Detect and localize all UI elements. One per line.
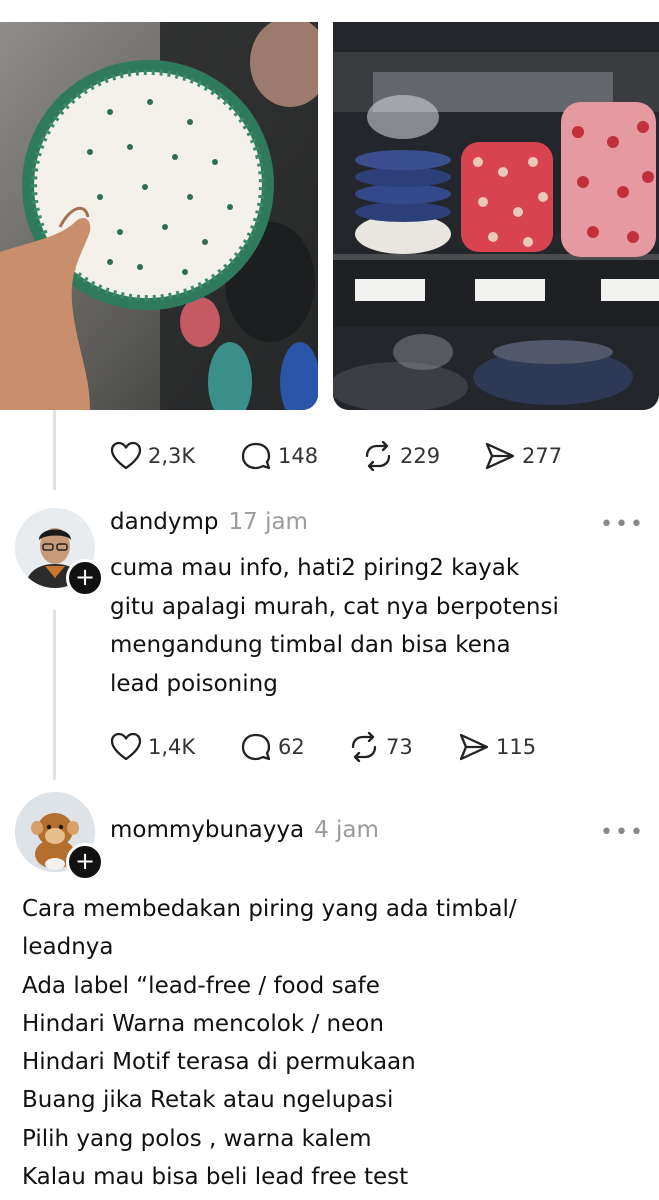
username[interactable]: mommybunayya — [110, 817, 304, 843]
follow-button[interactable]: + — [66, 843, 104, 881]
text-line: Hindari Motif terasa di permukaan — [22, 1049, 416, 1076]
thread-line — [53, 410, 56, 490]
text-line: Kalau mau bisa beli lead free test — [22, 1164, 409, 1191]
timestamp: 4 jam — [314, 817, 379, 843]
comment-icon — [241, 442, 271, 470]
reply-count: 148 — [278, 444, 319, 468]
more-icon[interactable]: ••• — [600, 512, 645, 537]
share-count: 115 — [496, 735, 537, 759]
reply-button[interactable]: 148 — [240, 441, 362, 471]
share-button[interactable]: 115 — [458, 732, 536, 762]
comment-icon — [241, 733, 271, 761]
repost-count: 73 — [386, 735, 413, 759]
text-line: Cara membedakan piring yang ada timbal/ — [22, 896, 517, 922]
post-image-plate[interactable] — [0, 22, 318, 410]
repost-icon — [351, 732, 377, 762]
share-button[interactable]: 277 — [484, 441, 562, 471]
share-count: 277 — [522, 444, 563, 468]
send-icon — [459, 733, 489, 761]
repost-button[interactable]: 73 — [348, 732, 458, 762]
more-icon[interactable]: ••• — [600, 820, 645, 845]
reply-action-bar: 1,4K 62 73 115 — [110, 732, 536, 762]
text-line: leadnya — [22, 934, 114, 961]
timestamp: 17 jam — [228, 509, 308, 535]
like-button[interactable]: 1,4K — [110, 732, 240, 762]
text-line: Hindari Warna mencolok / neon — [22, 1010, 384, 1037]
repost-count: 229 — [400, 444, 441, 468]
text-line: Buang jika Retak atau ngelupasi — [22, 1087, 394, 1114]
reply-text: Cara membedakan piring yang ada timbal/ … — [22, 890, 517, 1196]
reply-button[interactable]: 62 — [240, 732, 348, 762]
post-action-bar: 2,3K 148 229 277 — [110, 441, 562, 471]
post-image-bowls[interactable] — [333, 22, 659, 410]
plus-icon: + — [74, 563, 96, 591]
follow-button[interactable]: + — [66, 559, 104, 597]
plus-icon: + — [74, 847, 96, 875]
repost-icon — [365, 441, 391, 471]
thread-line — [53, 610, 56, 780]
reply-header: dandymp 17 jam — [110, 509, 308, 535]
reply-text: cuma mau info, hati2 piring2 kayak gitu … — [110, 555, 559, 697]
like-button[interactable]: 2,3K — [110, 441, 240, 471]
like-count: 2,3K — [148, 444, 196, 468]
repost-button[interactable]: 229 — [362, 441, 484, 471]
reply-header: mommybunayya 4 jam — [110, 817, 379, 843]
like-count: 1,4K — [148, 735, 196, 759]
heart-icon — [110, 732, 142, 761]
username[interactable]: dandymp — [110, 509, 219, 535]
send-icon — [485, 442, 515, 470]
reply-count: 62 — [278, 735, 305, 759]
text-line: Ada label “lead-free / food safe — [22, 972, 380, 999]
text-line: Pilih yang polos , warna kalem — [22, 1125, 372, 1152]
heart-icon — [110, 441, 142, 470]
